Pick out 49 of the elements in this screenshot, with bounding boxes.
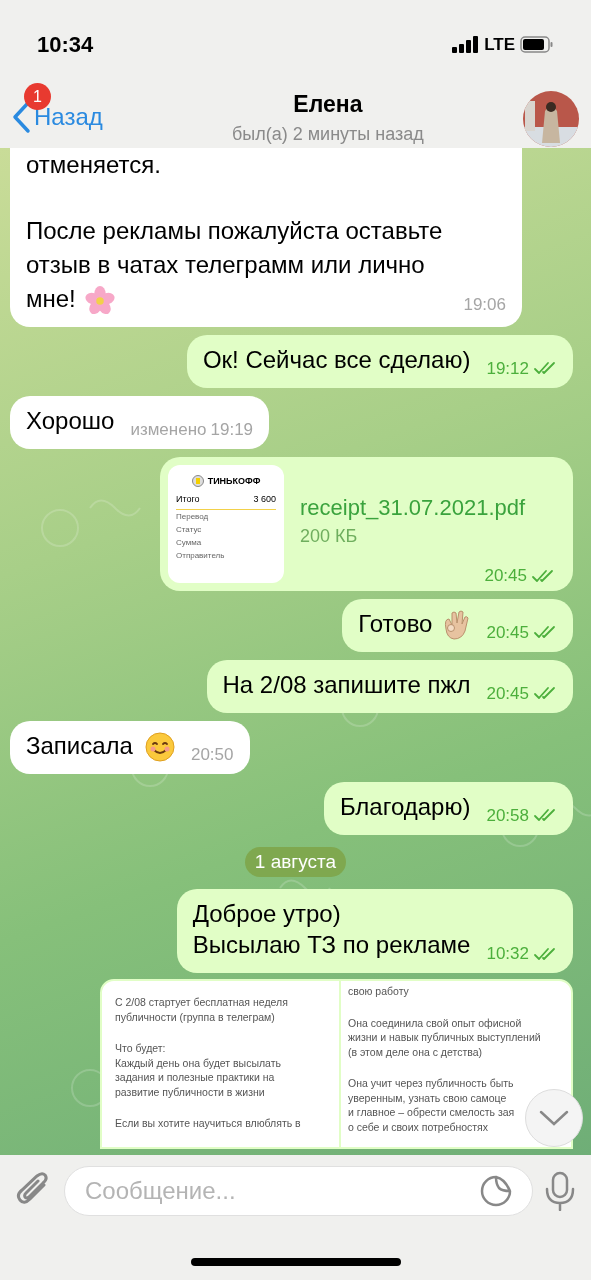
message-composer-field[interactable]: Сообщение... bbox=[64, 1166, 533, 1216]
file-name[interactable]: receipt_31.07.2021.pdf bbox=[300, 492, 555, 523]
receipt-row-label: Перевод bbox=[176, 510, 210, 523]
total-label: Итого bbox=[176, 493, 200, 507]
message-time: 19:06 bbox=[463, 294, 506, 316]
message-text: отменяется. bbox=[26, 151, 161, 178]
receipt-row-label: Отправитель bbox=[176, 549, 226, 562]
document-text: Если вы хотите научиться влюблять в bbox=[115, 1116, 301, 1131]
document-text: свою работу bbox=[348, 984, 409, 999]
message-text: Готово bbox=[358, 609, 433, 637]
edited-label: изменено bbox=[130, 418, 207, 441]
message-time: 20:45 bbox=[486, 621, 529, 644]
message-time: 20:45 bbox=[484, 565, 527, 588]
message-text: Благодарю) bbox=[339, 792, 471, 820]
sticker-icon[interactable] bbox=[480, 1175, 512, 1207]
message-time: 20:50 bbox=[190, 743, 234, 766]
message-text: Записала bbox=[26, 731, 133, 759]
message-text: На 2/08 запишите пжл bbox=[222, 670, 471, 698]
message-time: 20:45 bbox=[486, 682, 529, 705]
total-amount: 3 600 bbox=[253, 493, 276, 507]
document-text: Что будет: Каждый день она будет высылать задания и полезные практики на развитие публичности в жизни bbox=[115, 1041, 281, 1100]
chevron-down-icon bbox=[539, 1110, 569, 1126]
bank-logo-text: ТИНЬКОФФ bbox=[207, 474, 261, 488]
message-time: 10:32 bbox=[486, 943, 529, 966]
microphone-icon[interactable] bbox=[545, 1171, 575, 1211]
coat-of-arms-icon bbox=[191, 475, 204, 488]
receipt-row-label: Сумма bbox=[176, 536, 203, 549]
receipt-row-label: Статус bbox=[176, 523, 203, 536]
message-time: 20:58 bbox=[486, 804, 529, 827]
message-text: Хорошо bbox=[26, 406, 115, 434]
battery-icon bbox=[520, 35, 554, 53]
date-chip: 1 августа bbox=[244, 846, 347, 878]
document-thumbnail[interactable]: ТИНЬКОФФ Итого 3 600 Перевод Статус Сумма Отправитель bbox=[168, 464, 284, 583]
last-seen-status: был(а) 2 минуты назад bbox=[231, 123, 424, 146]
document-screenshot[interactable] bbox=[100, 979, 573, 1150]
file-size: 200 КБ bbox=[300, 524, 359, 548]
document-text: Она учит через публичность быть уверенным, узнать свою самоце и главное – обрести смелость зая о себе и своих потребностях bbox=[348, 1076, 515, 1135]
message-time: 19:19 bbox=[210, 418, 254, 441]
status-time: 10:34 bbox=[37, 30, 94, 59]
document-text: Она соединила свой опыт офисной жизни и навык публичных выступлений (в этом деле она с детства) bbox=[348, 1015, 541, 1060]
message-text: После рекламы пожалуйста оставьте отзыв в чатах телеграмм или лично мне! bbox=[26, 217, 443, 312]
message-text: Ок! Сейчас все сделаю) bbox=[202, 345, 471, 373]
network-label: LTE bbox=[484, 33, 515, 56]
message-input-field[interactable]: Сообщение... bbox=[85, 1173, 480, 1209]
signal-icon bbox=[452, 35, 480, 53]
chat-title: Елена bbox=[293, 89, 363, 119]
message-time: 19:12 bbox=[486, 357, 529, 380]
message-text: Доброе утро) Высылаю ТЗ по рекламе bbox=[192, 900, 471, 959]
document-text: С 2/08 стартует бесплатная неделя публичности (группа в телеграм) bbox=[115, 995, 288, 1025]
